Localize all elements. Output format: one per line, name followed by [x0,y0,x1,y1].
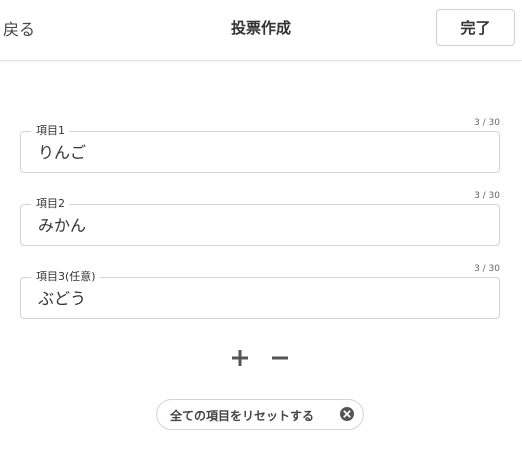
option-field-1[interactable]: 項目1 りんご [20,124,500,173]
field-value[interactable]: りんご [38,143,86,163]
add-option-button[interactable] [229,347,251,369]
done-button[interactable]: 完了 [436,9,515,46]
field-label: 項目1 [31,124,69,138]
option-field-3[interactable]: 項目3(任意) ぶどう [20,270,500,319]
field-value[interactable]: ぶどう [38,289,86,309]
close-circle-icon [340,407,354,421]
char-counter: 3 / 30 [474,264,500,274]
app-header: 戻る 投票作成 完了 [0,0,522,61]
field-label: 項目2 [31,197,69,211]
remove-option-button[interactable] [269,347,291,369]
char-counter: 3 / 30 [474,118,500,128]
reset-label: 全ての項目をリセットする [170,409,315,423]
field-label: 項目3(任意) [31,270,100,284]
reset-all-button[interactable]: 全ての項目をリセットする [156,399,364,430]
minus-icon [272,356,288,360]
plus-icon [232,350,248,366]
field-value[interactable]: みかん [38,216,86,236]
option-field-2[interactable]: 項目2 みかん [20,197,500,246]
char-counter: 3 / 30 [474,191,500,201]
